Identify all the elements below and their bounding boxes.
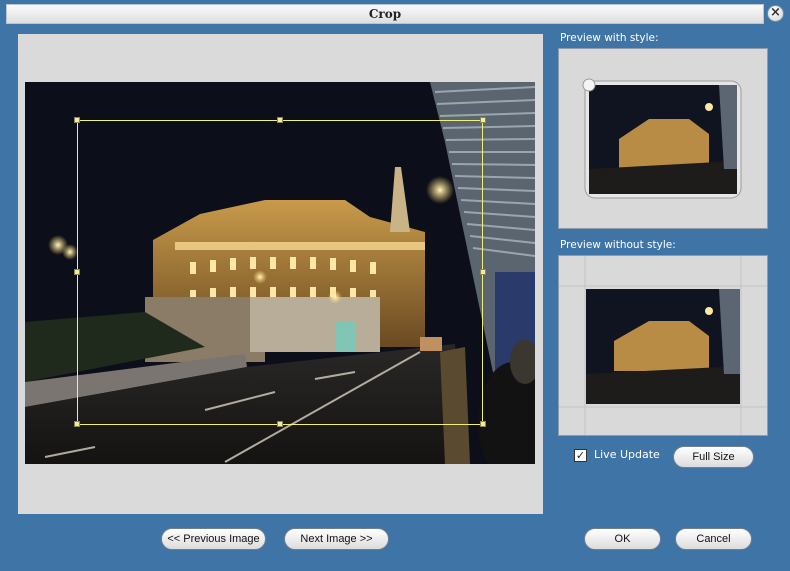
- close-icon: ×: [770, 5, 781, 20]
- live-update-label: Live Update: [594, 448, 660, 461]
- crop-handle-top-right[interactable]: [480, 117, 486, 123]
- plain-thumbnail: [559, 256, 767, 435]
- next-image-button[interactable]: Next Image >>: [284, 528, 389, 550]
- crop-handle-left[interactable]: [74, 269, 80, 275]
- ok-button[interactable]: OK: [584, 528, 661, 550]
- live-update-checkbox[interactable]: ✓: [574, 449, 587, 462]
- styled-thumbnail: [582, 78, 742, 199]
- preview-without-style-label: Preview without style:: [560, 239, 676, 251]
- crop-handle-bottom[interactable]: [277, 421, 283, 427]
- crop-dialog: Crop × Preview with style: Preview witho…: [0, 0, 790, 571]
- crop-handle-bottom-right[interactable]: [480, 421, 486, 427]
- crop-selection[interactable]: [77, 120, 483, 425]
- preview-without-style: [558, 255, 768, 436]
- checkmark-icon: ✓: [575, 449, 586, 462]
- preview-with-style: [558, 48, 768, 229]
- window-title: Crop: [368, 7, 402, 21]
- crop-handle-top-left[interactable]: [74, 117, 80, 123]
- title-bar[interactable]: Crop: [6, 4, 764, 24]
- full-size-button[interactable]: Full Size: [673, 446, 754, 468]
- close-button[interactable]: ×: [767, 5, 784, 22]
- crop-handle-top[interactable]: [277, 117, 283, 123]
- cancel-button[interactable]: Cancel: [675, 528, 752, 550]
- preview-with-style-label: Preview with style:: [560, 32, 659, 44]
- crop-handle-bottom-left[interactable]: [74, 421, 80, 427]
- previous-image-button[interactable]: << Previous Image: [161, 528, 266, 550]
- crop-handle-right[interactable]: [480, 269, 486, 275]
